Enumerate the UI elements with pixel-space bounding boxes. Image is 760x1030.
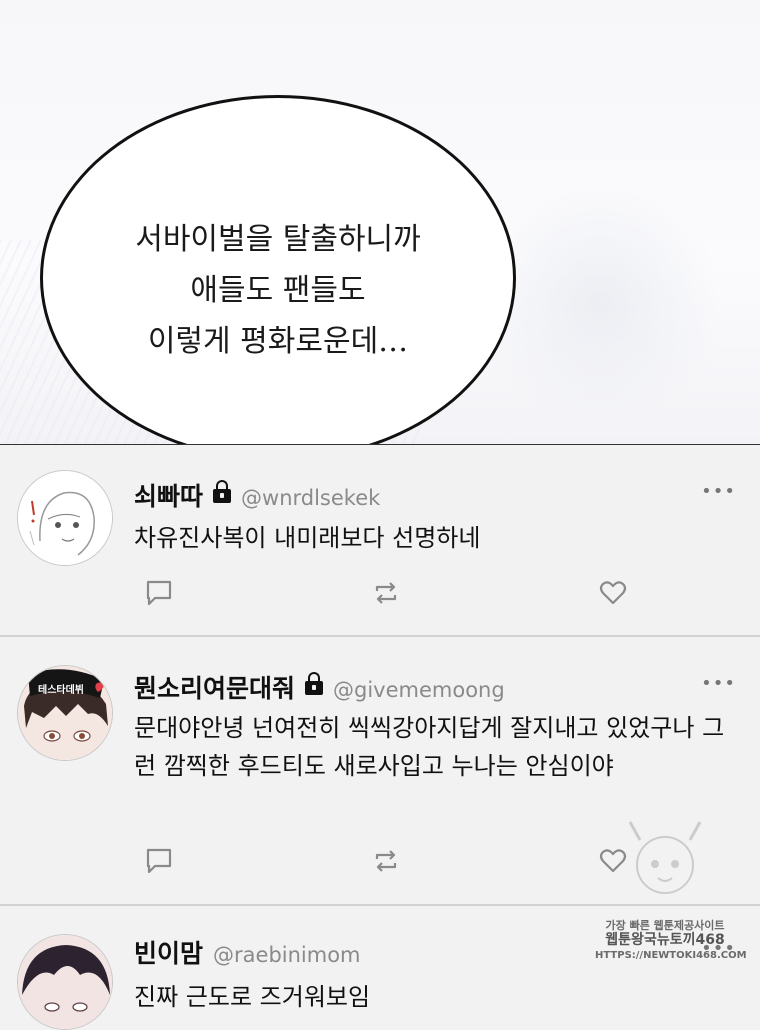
tweet-card[interactable]: 쇠빠따 @wnrdlsekek ••• 차유진사복이 내미래보다 선명하네 (0, 445, 760, 635)
like-heart-icon[interactable] (599, 579, 627, 607)
watermark-mascot-icon (628, 821, 702, 894)
retweet-icon[interactable] (372, 847, 400, 875)
reply-icon[interactable] (145, 847, 173, 875)
watermark-line-2: 웹툰왕국뉴토끼468 (605, 932, 725, 948)
avatar[interactable] (17, 665, 113, 761)
avatar-tag: 테스타데뷔 (38, 685, 84, 696)
display-name[interactable]: 쇠빠따 (134, 482, 203, 511)
avatar[interactable] (17, 470, 113, 566)
lock-icon (213, 480, 232, 503)
tweet-author: 빈이맘 @raebinimom (134, 934, 361, 970)
reply-icon[interactable] (145, 579, 173, 607)
speech-bubble-text: 서바이벌을 탈출하니까 애들도 팬들도 이렇게 평화로운데… (40, 214, 516, 367)
lock-icon (305, 672, 324, 695)
user-handle[interactable]: @wnrdlsekek (241, 486, 380, 510)
avatar-character-icon (18, 935, 112, 1029)
user-handle[interactable]: @givememoong (333, 678, 505, 702)
avatar[interactable] (17, 934, 113, 1030)
display-name[interactable]: 빈이맘 (134, 939, 203, 968)
tweet-text: 차유진사복이 내미래보다 선명하네 (134, 524, 481, 552)
tweet-author: 뭔소리여문대줘 @givememoong (134, 669, 505, 705)
more-options-icon[interactable]: ••• (701, 673, 736, 694)
tweet-text: 진짜 근도로 즈거워보임 (134, 983, 371, 1011)
user-handle[interactable]: @raebinimom (213, 943, 361, 967)
tweet-author: 쇠빠따 @wnrdlsekek (134, 477, 380, 513)
more-options-icon[interactable]: ••• (701, 481, 736, 502)
watermark: 가장 빠른 웹툰제공사이트 웹툰왕국뉴토끼468 HTTPS://NEWTOKI… (595, 918, 747, 963)
retweet-icon[interactable] (372, 579, 400, 607)
speech-line-3: 이렇게 평화로운데… (147, 324, 409, 359)
speech-line-2: 애들도 팬들도 (190, 273, 366, 308)
avatar-sketch-icon (18, 471, 112, 565)
watermark-line-1: 가장 빠른 웹툰제공사이트 (605, 919, 725, 932)
watermark-line-3: HTTPS://NEWTOKI468.COM (595, 950, 747, 961)
speech-line-1: 서바이벌을 탈출하니까 (135, 222, 421, 257)
display-name[interactable]: 뭔소리여문대줘 (134, 674, 295, 703)
tweet-text: 문대야안녕 넌여전히 씩씩강아지답게 잘지내고 있었구나 그런 깜찍한 후드티도… (134, 714, 725, 780)
